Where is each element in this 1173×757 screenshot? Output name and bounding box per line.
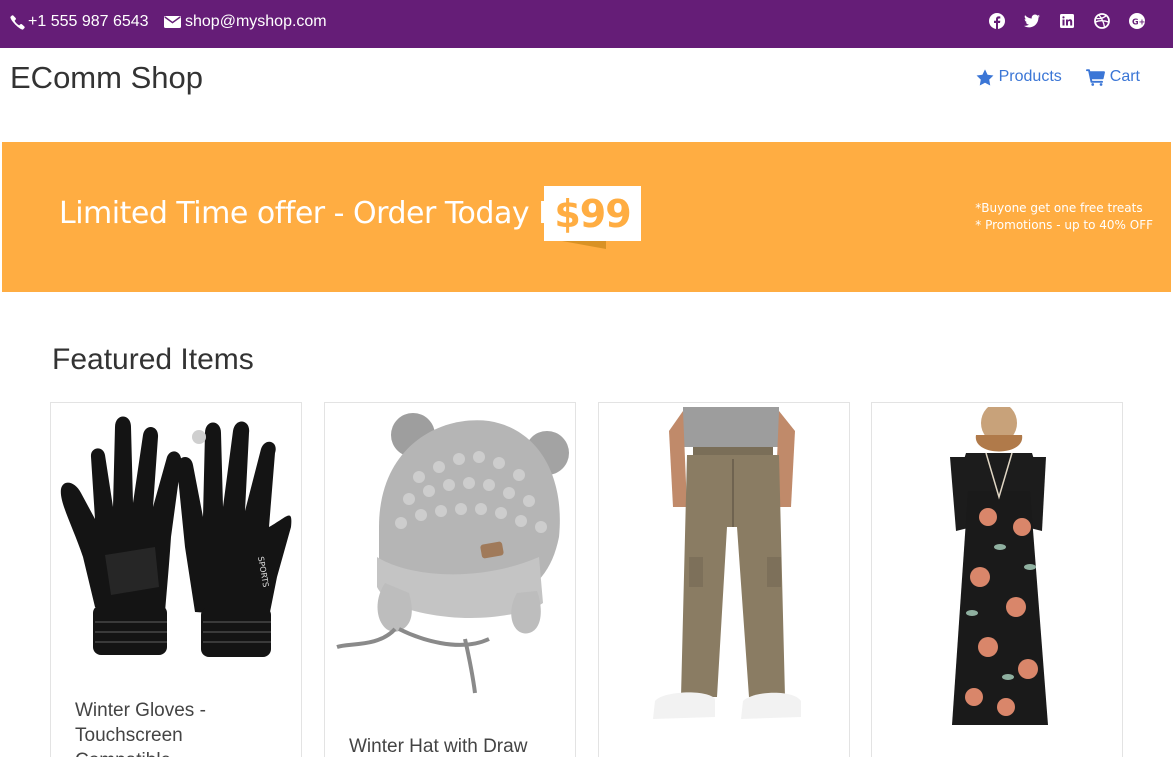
featured-items-heading: Featured Items — [52, 343, 254, 376]
star-icon — [976, 68, 994, 85]
social-links: G+ — [989, 13, 1145, 29]
nav-products-label: Products — [998, 68, 1062, 85]
linkedin-icon[interactable] — [1059, 13, 1075, 29]
dress-image — [950, 407, 1048, 725]
promo-headline: Limited Time offer - Order Today For — [59, 196, 584, 231]
svg-text:G+: G+ — [1132, 18, 1145, 27]
cart-icon — [1085, 68, 1105, 86]
email-address: shop@myshop.com — [185, 13, 327, 30]
product-image-gloves[interactable]: SPORTS — [55, 407, 299, 665]
twitter-icon[interactable] — [1024, 13, 1040, 29]
product-image-pants[interactable] — [603, 407, 847, 729]
promo-note: *Buyone get one free treats — [975, 201, 1143, 215]
product-card[interactable] — [598, 402, 850, 757]
top-bar: +1 555 987 6543 shop@myshop.com G+ — [0, 0, 1173, 48]
facebook-icon[interactable] — [989, 13, 1005, 29]
promo-price: $99 — [554, 191, 631, 236]
product-card[interactable]: Winter Hat with Draw — [324, 402, 576, 757]
gloves-image: SPORTS — [60, 416, 292, 657]
hat-image — [336, 413, 569, 694]
nav-cart-label: Cart — [1109, 68, 1140, 85]
phone-contact[interactable]: +1 555 987 6543 — [10, 0, 149, 44]
nav-products-link[interactable]: Products — [976, 66, 1062, 88]
product-image-hat[interactable] — [329, 407, 573, 699]
email-contact[interactable]: shop@myshop.com — [164, 0, 327, 44]
price-tag: $99 — [544, 186, 641, 241]
nav-cart-link[interactable]: Cart — [1085, 66, 1140, 88]
product-title[interactable]: Winter Gloves - Touchscreen Compatible — [75, 698, 280, 757]
dribbble-icon[interactable] — [1094, 13, 1110, 29]
promo-banner[interactable]: Limited Time offer - Order Today For $99… — [2, 142, 1171, 292]
product-card[interactable] — [871, 402, 1123, 757]
product-card[interactable]: SPORTS Winter Gloves - Touchscreen Compa… — [50, 402, 302, 757]
main-nav: Products Cart — [976, 66, 1140, 88]
promo-note: * Promotions - up to 40% OFF — [975, 218, 1153, 232]
envelope-icon — [164, 16, 181, 28]
phone-number: +1 555 987 6543 — [28, 13, 149, 30]
promo-notes: *Buyone get one free treats * Promotions… — [975, 200, 1153, 234]
product-image-dress[interactable] — [876, 407, 1120, 727]
phone-icon — [10, 14, 25, 30]
pants-image — [653, 407, 801, 719]
brand-logo-text[interactable]: EComm Shop — [10, 60, 203, 96]
product-title[interactable]: Winter Hat with Draw — [349, 734, 554, 757]
google-plus-icon[interactable]: G+ — [1129, 13, 1145, 29]
